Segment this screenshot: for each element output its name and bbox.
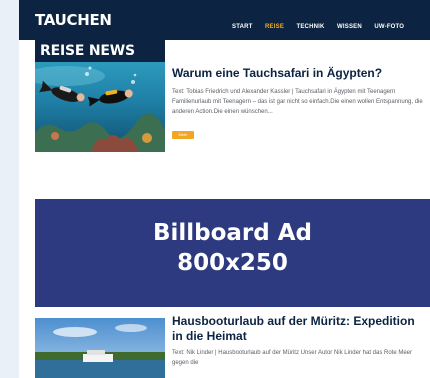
ad-size: 800x250 <box>177 250 288 276</box>
category-badge: REISE NEWS <box>35 40 165 62</box>
article-headline[interactable]: Hausbooturlaub auf der Müritz: Expeditio… <box>172 314 427 344</box>
site-header: TAUCHEN START REISE TECHNIK WISSEN UW-FO… <box>19 0 430 40</box>
article-content: Hausbooturlaub auf der Müritz: Expeditio… <box>172 314 427 368</box>
billboard-ad[interactable]: Billboard Ad 800x250 <box>35 199 430 307</box>
nav-item-reise[interactable]: REISE <box>265 24 284 30</box>
ad-label: Billboard Ad <box>152 220 313 246</box>
main-navigation: START REISE TECHNIK WISSEN UW-FOTO <box>232 15 412 30</box>
article-content: Warum eine Tauchsafari in Ägypten? Text:… <box>172 66 427 141</box>
nav-item-wissen[interactable]: WISSEN <box>337 24 362 30</box>
article-thumbnail[interactable] <box>35 318 165 378</box>
nav-item-technik[interactable]: TECHNIK <box>296 24 324 30</box>
browser-viewport: TAUCHEN START REISE TECHNIK WISSEN UW-FO… <box>0 0 430 378</box>
article-teaser: Text: Tobias Friedrich und Alexander Kas… <box>172 89 423 115</box>
page-container: TAUCHEN START REISE TECHNIK WISSEN UW-FO… <box>19 0 430 378</box>
article-thumbnail[interactable]: REISE NEWS <box>35 40 165 152</box>
read-more-button[interactable]: Mehr <box>172 131 194 139</box>
nav-item-start[interactable]: START <box>232 24 253 30</box>
nav-item-uw-foto[interactable]: UW-FOTO <box>374 24 404 30</box>
site-logo[interactable]: TAUCHEN <box>35 11 112 29</box>
article-card-mueritz: Hausbooturlaub auf der Müritz: Expeditio… <box>35 312 430 378</box>
article-card-egypt: REISE NEWS Warum eine Tauchsafari in Ägy… <box>35 40 430 190</box>
article-headline[interactable]: Warum eine Tauchsafari in Ägypten? <box>172 66 427 81</box>
article-teaser: Text: Nik Linder | Hausbooturlaub auf de… <box>172 350 413 366</box>
lake-houseboat-photo-icon <box>35 318 165 378</box>
